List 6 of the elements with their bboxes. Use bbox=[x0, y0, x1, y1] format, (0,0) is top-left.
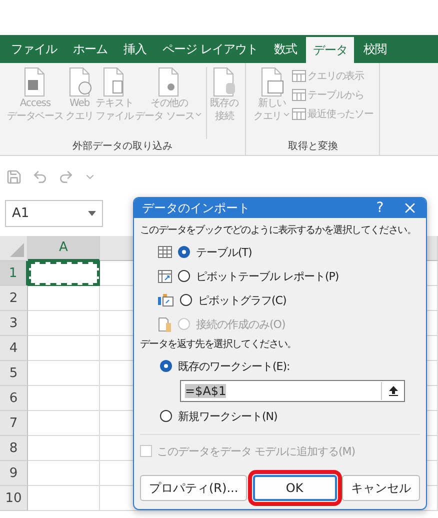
dialog-title: データのインポート bbox=[142, 200, 251, 216]
group-label: 取得と変換 bbox=[288, 140, 338, 153]
instruction-text: データを返す先を選択してください。 bbox=[140, 338, 296, 352]
group-label: 外部データの取り込み bbox=[72, 140, 173, 153]
instruction-text: このデータをブックでどのように表示するかを選択してください。 bbox=[140, 224, 416, 238]
cell-reference: A1 bbox=[12, 206, 30, 220]
